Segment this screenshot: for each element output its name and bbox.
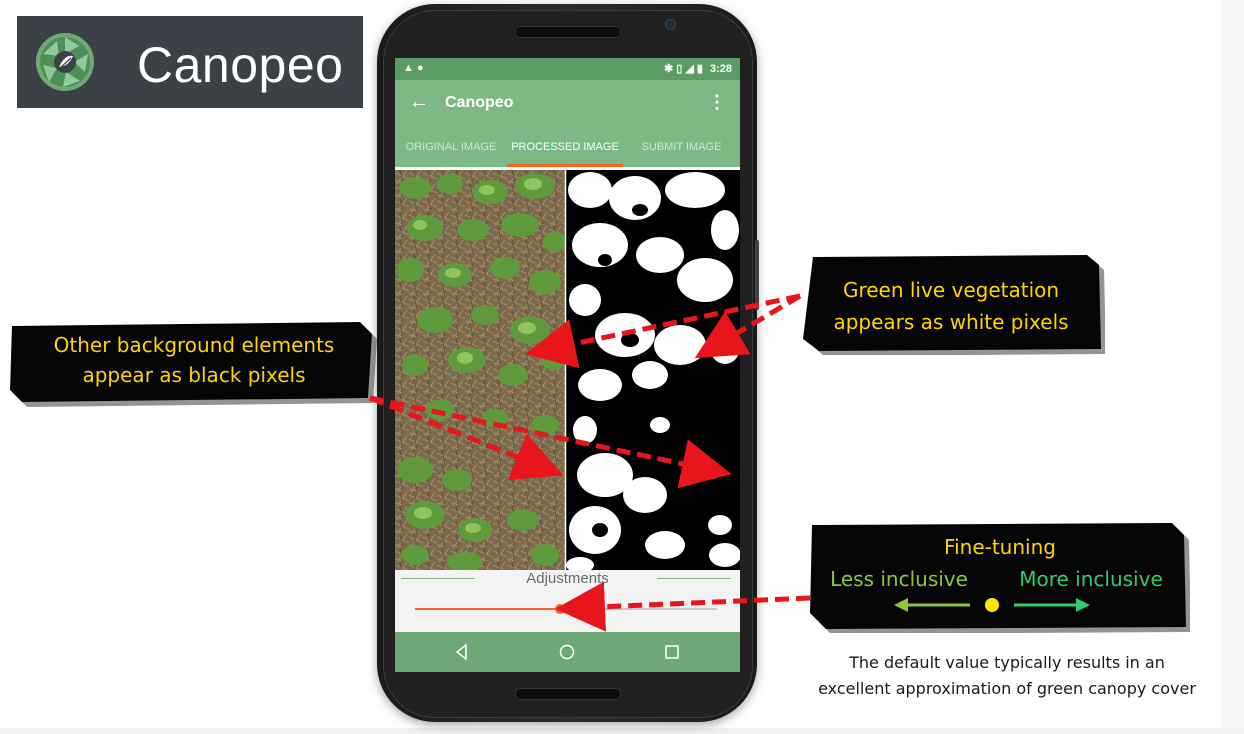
arrow-left-icon[interactable]: ← (409, 91, 429, 114)
callout-black-pixels: Other background elements appear as blac… (10, 320, 378, 408)
callout-black-pixels-line1: Other background elements (53, 333, 335, 357)
processed-binary-half (566, 170, 740, 570)
phone-side-button (755, 240, 759, 310)
adjustments-divider-right (657, 578, 731, 579)
callout-white-pixels-line1: Green live vegetation (842, 278, 1060, 302)
arrow-left-green-icon (894, 598, 970, 612)
page-bottom-strip (0, 728, 1244, 734)
logo-wordmark: Canopeo (137, 37, 344, 93)
caption-line2: excellent approximation of green canopy … (818, 679, 1196, 698)
tab-original-image[interactable]: ORIGINAL IMAGE (395, 130, 507, 167)
notification-icons: ▲ ● (403, 62, 424, 74)
callout-black-pixels-line2: appear as black pixels (82, 363, 306, 387)
callout-fine-tuning: Fine-tuning Less inclusive More inclusiv… (810, 523, 1190, 633)
active-tab-indicator (507, 164, 623, 167)
arrow-right-green-icon (1014, 598, 1090, 612)
original-photo-half (395, 170, 567, 570)
caption-line1: The default value typically results in a… (849, 653, 1165, 672)
app-title: Canopeo (445, 94, 514, 111)
status-indicators: ✱ ▯ ◢ ▮ 3:28 (664, 62, 732, 75)
phone-screen: ▲ ● ✱ ▯ ◢ ▮ 3:28 ← Canopeo ⋮ ORIGINAL IM… (395, 58, 740, 672)
fine-tuning-arrows (894, 598, 1090, 612)
callout-box-shape (803, 255, 1105, 355)
phone-earpiece (515, 26, 621, 38)
square-recents-icon[interactable] (660, 640, 684, 664)
slider-thumb[interactable] (554, 604, 565, 614)
page-edge-strip (1222, 0, 1244, 734)
image-comparison (395, 170, 740, 570)
tab-processed-image[interactable]: PROCESSED IMAGE (507, 130, 623, 167)
system-status-icons: ✱ ▯ ◢ ▮ (663, 63, 703, 75)
threshold-slider[interactable] (415, 604, 717, 614)
circle-home-icon[interactable] (555, 640, 579, 664)
canopeo-logo-banner: Canopeo (17, 16, 363, 108)
navigation-bar (395, 632, 740, 672)
more-vertical-icon[interactable]: ⋮ (708, 92, 726, 113)
camera-aperture-leaf-icon (36, 33, 94, 91)
callout-white-pixels-line2: appears as white pixels (833, 310, 1069, 334)
phone-speaker (515, 688, 621, 700)
front-camera-icon (665, 19, 676, 30)
callout-white-pixels: Green live vegetation appears as white p… (797, 255, 1105, 355)
slider-fill (415, 608, 560, 610)
app-bar: ← Canopeo ⋮ (395, 80, 740, 130)
tab-submit-image[interactable]: SUBMIT IMAGE (623, 130, 740, 167)
tab-bar: ORIGINAL IMAGE PROCESSED IMAGE SUBMIT IM… (395, 130, 740, 167)
caption: The default value typically results in a… (797, 650, 1217, 702)
default-value-dot (985, 598, 999, 612)
status-bar: ▲ ● ✱ ▯ ◢ ▮ 3:28 (395, 58, 740, 80)
status-time: 3:28 (709, 63, 732, 75)
adjustments-panel: Adjustments (395, 570, 740, 632)
triangle-back-icon[interactable] (450, 640, 474, 664)
